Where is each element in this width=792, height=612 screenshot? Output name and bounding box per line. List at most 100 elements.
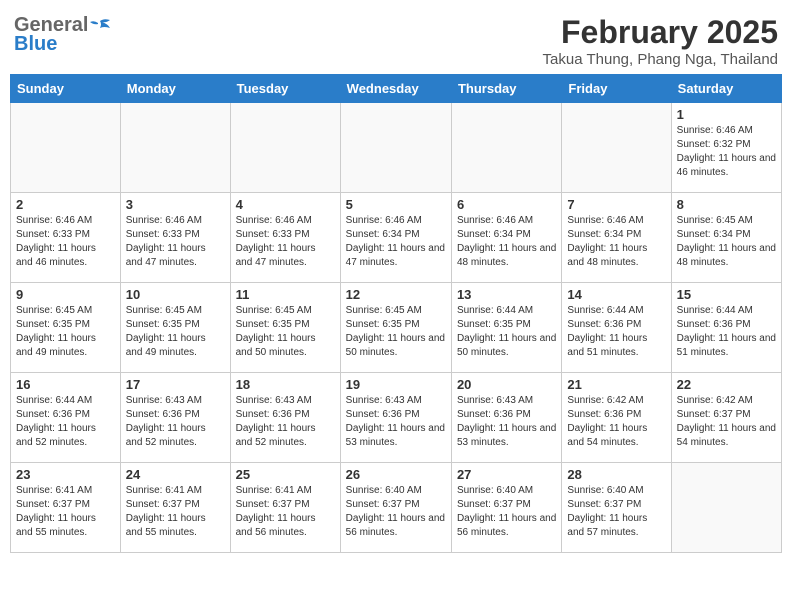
logo: General Blue — [14, 14, 112, 56]
calendar-cell: 14 Sunrise: 6:44 AM Sunset: 6:36 PM Dayli… — [562, 283, 671, 373]
week-row-1: 1 Sunrise: 6:46 AM Sunset: 6:32 PM Daylig… — [11, 103, 782, 193]
calendar-cell: 2 Sunrise: 6:46 AM Sunset: 6:33 PM Daylig… — [11, 193, 121, 283]
calendar-cell: 17 Sunrise: 6:43 AM Sunset: 6:36 PM Dayli… — [120, 373, 230, 463]
day-info: Sunrise: 6:42 AM Sunset: 6:37 PM Dayligh… — [677, 394, 776, 450]
calendar-cell — [451, 103, 561, 193]
weekday-header-wednesday: Wednesday — [340, 75, 451, 103]
day-info: Sunrise: 6:40 AM Sunset: 6:37 PM Dayligh… — [567, 484, 665, 540]
day-number: 27 — [457, 467, 556, 482]
calendar-cell — [562, 103, 671, 193]
day-info: Sunrise: 6:46 AM Sunset: 6:33 PM Dayligh… — [16, 214, 115, 270]
calendar-cell: 27 Sunrise: 6:40 AM Sunset: 6:37 PM Dayli… — [451, 463, 561, 553]
logo-blue-text: Blue — [14, 33, 57, 56]
week-row-2: 2 Sunrise: 6:46 AM Sunset: 6:33 PM Daylig… — [11, 193, 782, 283]
day-info: Sunrise: 6:44 AM Sunset: 6:36 PM Dayligh… — [567, 304, 665, 360]
weekday-header-monday: Monday — [120, 75, 230, 103]
day-number: 12 — [346, 287, 446, 302]
day-number: 24 — [126, 467, 225, 482]
day-number: 18 — [236, 377, 335, 392]
calendar-cell: 22Sunrise: 6:42 AM Sunset: 6:37 PM Dayli… — [671, 373, 781, 463]
calendar-cell: 16 Sunrise: 6:44 AM Sunset: 6:36 PM Dayli… — [11, 373, 121, 463]
day-info: Sunrise: 6:46 AM Sunset: 6:34 PM Dayligh… — [457, 214, 556, 270]
day-number: 28 — [567, 467, 665, 482]
calendar-cell: 10 Sunrise: 6:45 AM Sunset: 6:35 PM Dayli… — [120, 283, 230, 373]
day-info: Sunrise: 6:45 AM Sunset: 6:34 PM Dayligh… — [677, 214, 776, 270]
day-info: Sunrise: 6:43 AM Sunset: 6:36 PM Dayligh… — [457, 394, 556, 450]
day-number: 10 — [126, 287, 225, 302]
day-info: Sunrise: 6:46 AM Sunset: 6:33 PM Dayligh… — [236, 214, 335, 270]
calendar-cell: 18Sunrise: 6:43 AM Sunset: 6:36 PM Dayli… — [230, 373, 340, 463]
day-number: 3 — [126, 197, 225, 212]
calendar-cell: 19Sunrise: 6:43 AM Sunset: 6:36 PM Dayli… — [340, 373, 451, 463]
calendar-cell: 9 Sunrise: 6:45 AM Sunset: 6:35 PM Daylig… — [11, 283, 121, 373]
day-info: Sunrise: 6:43 AM Sunset: 6:36 PM Dayligh… — [346, 394, 446, 450]
location-title: Takua Thung, Phang Nga, Thailand — [543, 51, 778, 68]
calendar-cell: 12 Sunrise: 6:45 AM Sunset: 6:35 PM Dayli… — [340, 283, 451, 373]
day-number: 20 — [457, 377, 556, 392]
calendar-cell: 21 Sunrise: 6:42 AM Sunset: 6:36 PM Dayli… — [562, 373, 671, 463]
calendar-table: SundayMondayTuesdayWednesdayThursdayFrid… — [10, 74, 782, 553]
calendar-cell: 7 Sunrise: 6:46 AM Sunset: 6:34 PM Daylig… — [562, 193, 671, 283]
day-number: 16 — [16, 377, 115, 392]
month-title: February 2025 — [543, 14, 778, 51]
day-info: Sunrise: 6:41 AM Sunset: 6:37 PM Dayligh… — [236, 484, 335, 540]
calendar-cell — [671, 463, 781, 553]
day-number: 2 — [16, 197, 115, 212]
day-number: 17 — [126, 377, 225, 392]
day-info: Sunrise: 6:45 AM Sunset: 6:35 PM Dayligh… — [16, 304, 115, 360]
calendar-cell — [120, 103, 230, 193]
calendar-cell: 15 Sunrise: 6:44 AM Sunset: 6:36 PM Dayli… — [671, 283, 781, 373]
calendar-cell: 26 Sunrise: 6:40 AM Sunset: 6:37 PM Dayli… — [340, 463, 451, 553]
calendar-cell: 6 Sunrise: 6:46 AM Sunset: 6:34 PM Daylig… — [451, 193, 561, 283]
day-info: Sunrise: 6:40 AM Sunset: 6:37 PM Dayligh… — [457, 484, 556, 540]
day-number: 6 — [457, 197, 556, 212]
week-row-4: 16 Sunrise: 6:44 AM Sunset: 6:36 PM Dayli… — [11, 373, 782, 463]
calendar-cell: 1 Sunrise: 6:46 AM Sunset: 6:32 PM Daylig… — [671, 103, 781, 193]
day-number: 7 — [567, 197, 665, 212]
calendar-cell — [11, 103, 121, 193]
calendar-cell: 20 Sunrise: 6:43 AM Sunset: 6:36 PM Dayli… — [451, 373, 561, 463]
title-block: February 2025 Takua Thung, Phang Nga, Th… — [543, 14, 778, 68]
day-number: 9 — [16, 287, 115, 302]
day-number: 13 — [457, 287, 556, 302]
day-info: Sunrise: 6:46 AM Sunset: 6:32 PM Dayligh… — [677, 124, 776, 180]
day-number: 15 — [677, 287, 776, 302]
day-number: 8 — [677, 197, 776, 212]
day-number: 25 — [236, 467, 335, 482]
weekday-header-saturday: Saturday — [671, 75, 781, 103]
week-row-3: 9 Sunrise: 6:45 AM Sunset: 6:35 PM Daylig… — [11, 283, 782, 373]
day-info: Sunrise: 6:46 AM Sunset: 6:34 PM Dayligh… — [346, 214, 446, 270]
calendar-cell: 13Sunrise: 6:44 AM Sunset: 6:35 PM Dayli… — [451, 283, 561, 373]
calendar-cell: 3 Sunrise: 6:46 AM Sunset: 6:33 PM Daylig… — [120, 193, 230, 283]
day-number: 21 — [567, 377, 665, 392]
day-number: 14 — [567, 287, 665, 302]
calendar-cell: 24 Sunrise: 6:41 AM Sunset: 6:37 PM Dayli… — [120, 463, 230, 553]
calendar-cell — [340, 103, 451, 193]
day-number: 26 — [346, 467, 446, 482]
weekday-header-tuesday: Tuesday — [230, 75, 340, 103]
day-number: 11 — [236, 287, 335, 302]
day-info: Sunrise: 6:44 AM Sunset: 6:36 PM Dayligh… — [16, 394, 115, 450]
calendar-cell — [230, 103, 340, 193]
week-row-5: 23Sunrise: 6:41 AM Sunset: 6:37 PM Dayli… — [11, 463, 782, 553]
day-number: 4 — [236, 197, 335, 212]
day-info: Sunrise: 6:45 AM Sunset: 6:35 PM Dayligh… — [346, 304, 446, 360]
day-info: Sunrise: 6:43 AM Sunset: 6:36 PM Dayligh… — [126, 394, 225, 450]
day-info: Sunrise: 6:46 AM Sunset: 6:33 PM Dayligh… — [126, 214, 225, 270]
calendar-cell: 23Sunrise: 6:41 AM Sunset: 6:37 PM Dayli… — [11, 463, 121, 553]
day-info: Sunrise: 6:44 AM Sunset: 6:36 PM Dayligh… — [677, 304, 776, 360]
weekday-header-sunday: Sunday — [11, 75, 121, 103]
day-info: Sunrise: 6:41 AM Sunset: 6:37 PM Dayligh… — [16, 484, 115, 540]
day-info: Sunrise: 6:40 AM Sunset: 6:37 PM Dayligh… — [346, 484, 446, 540]
calendar-cell: 25 Sunrise: 6:41 AM Sunset: 6:37 PM Dayli… — [230, 463, 340, 553]
weekday-header-friday: Friday — [562, 75, 671, 103]
day-info: Sunrise: 6:46 AM Sunset: 6:34 PM Dayligh… — [567, 214, 665, 270]
calendar-cell: 5Sunrise: 6:46 AM Sunset: 6:34 PM Daylig… — [340, 193, 451, 283]
day-info: Sunrise: 6:41 AM Sunset: 6:37 PM Dayligh… — [126, 484, 225, 540]
day-info: Sunrise: 6:42 AM Sunset: 6:36 PM Dayligh… — [567, 394, 665, 450]
day-info: Sunrise: 6:45 AM Sunset: 6:35 PM Dayligh… — [126, 304, 225, 360]
logo-bird-icon — [90, 18, 112, 34]
calendar-cell: 8 Sunrise: 6:45 AM Sunset: 6:34 PM Daylig… — [671, 193, 781, 283]
day-number: 1 — [677, 107, 776, 122]
calendar-cell: 28 Sunrise: 6:40 AM Sunset: 6:37 PM Dayli… — [562, 463, 671, 553]
